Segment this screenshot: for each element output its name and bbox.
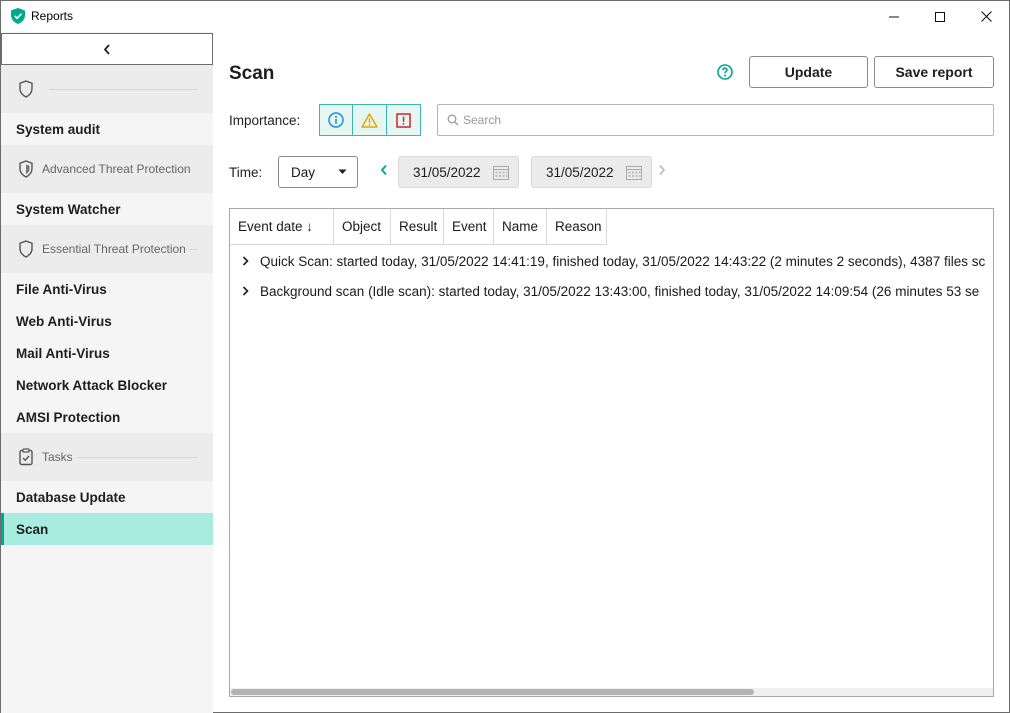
- date-to-field[interactable]: 31/05/2022: [531, 156, 652, 188]
- chevron-right-icon: [242, 256, 249, 266]
- column-header-object[interactable]: Object: [334, 209, 391, 245]
- table-row[interactable]: Background scan (Idle scan): started tod…: [230, 276, 993, 306]
- sidebar-item-mail-anti-virus[interactable]: Mail Anti-Virus: [1, 337, 213, 369]
- previous-period-button[interactable]: [380, 164, 388, 176]
- chevron-right-icon: [242, 286, 249, 296]
- calendar-icon: [493, 166, 509, 180]
- warning-icon: [361, 112, 378, 128]
- importance-critical-toggle[interactable]: [387, 105, 420, 135]
- sidebar-item-label: Mail Anti-Virus: [16, 345, 110, 361]
- sidebar-group-label: Tasks: [42, 450, 73, 464]
- sidebar-item-label: Web Anti-Virus: [16, 313, 112, 329]
- help-icon[interactable]: [717, 64, 733, 80]
- page-title: Scan: [229, 63, 275, 84]
- chevron-down-icon: [338, 169, 347, 174]
- divider: [78, 457, 197, 458]
- date-from-value: 31/05/2022: [413, 165, 481, 180]
- calendar-icon: [626, 166, 642, 180]
- shield-icon: [19, 160, 33, 178]
- sidebar-item-scan[interactable]: Scan: [1, 513, 213, 545]
- divider: [189, 249, 197, 250]
- column-header-event[interactable]: Event: [444, 209, 494, 245]
- collapse-sidebar-button[interactable]: [1, 33, 213, 65]
- expand-row-toggle[interactable]: [230, 286, 260, 296]
- importance-warning-toggle[interactable]: [353, 105, 387, 135]
- expand-row-toggle[interactable]: [230, 256, 260, 266]
- sidebar-item-system-watcher[interactable]: System Watcher: [1, 193, 213, 225]
- time-label: Time:: [229, 165, 263, 180]
- importance-label: Importance:: [229, 113, 301, 128]
- date-from-field[interactable]: 31/05/2022: [398, 156, 519, 188]
- minimize-icon: [889, 16, 899, 17]
- search-input[interactable]: [463, 111, 963, 129]
- maximize-button[interactable]: [917, 1, 963, 32]
- sidebar-item-amsi-protection[interactable]: AMSI Protection: [1, 401, 213, 433]
- reports-window: Reports System audit Advanced Threat Pro…: [0, 0, 1010, 713]
- sidebar-item-label: System Watcher: [16, 201, 121, 217]
- sidebar-item-file-anti-virus[interactable]: File Anti-Virus: [1, 273, 213, 305]
- table-header: Event date ↓ Object Result Event Name Re…: [230, 209, 607, 245]
- critical-icon: [396, 112, 411, 128]
- info-icon: [328, 112, 344, 128]
- shield-icon: [19, 240, 33, 258]
- importance-info-toggle[interactable]: [320, 105, 354, 135]
- sidebar-item-label: Database Update: [16, 489, 126, 505]
- importance-filter: [319, 104, 421, 136]
- time-period-value: Day: [291, 165, 316, 180]
- maximize-icon: [935, 11, 945, 22]
- window-title: Reports: [31, 9, 74, 23]
- sidebar-item-network-attack-blocker[interactable]: Network Attack Blocker: [1, 369, 213, 401]
- column-header-event-date[interactable]: Event date ↓: [230, 209, 334, 245]
- sidebar-item-label: AMSI Protection: [16, 409, 121, 425]
- row-summary: Quick Scan: started today, 31/05/2022 14…: [260, 253, 986, 269]
- scrollbar-thumb[interactable]: [231, 689, 754, 695]
- shield-icon: [19, 80, 33, 98]
- column-header-reason[interactable]: Reason: [547, 209, 607, 245]
- search-icon: [447, 114, 459, 126]
- minimize-button[interactable]: [871, 1, 917, 32]
- sidebar-item-label: Network Attack Blocker: [16, 377, 168, 393]
- chevron-left-icon: [103, 43, 110, 55]
- column-header-name[interactable]: Name: [494, 209, 547, 245]
- sidebar: System audit Advanced Threat Protection …: [1, 32, 213, 713]
- divider: [49, 89, 197, 90]
- search-field: [437, 104, 994, 136]
- close-button[interactable]: [963, 1, 1009, 32]
- sidebar-group-advanced-threat-protection: Advanced Threat Protection: [1, 145, 213, 193]
- events-table: Event date ↓ Object Result Event Name Re…: [229, 208, 994, 697]
- sidebar-item-label: File Anti-Virus: [16, 281, 107, 297]
- sidebar-group-tasks: Tasks: [1, 433, 213, 481]
- save-report-button[interactable]: Save report: [874, 56, 994, 88]
- time-period-select[interactable]: Day: [278, 156, 358, 188]
- clipboard-check-icon: [19, 448, 33, 466]
- close-icon: [980, 11, 992, 22]
- table-row[interactable]: Quick Scan: started today, 31/05/2022 14…: [230, 246, 993, 276]
- update-button[interactable]: Update: [749, 56, 868, 88]
- title-bar: Reports: [1, 1, 1009, 32]
- horizontal-scrollbar[interactable]: [230, 688, 993, 696]
- sidebar-group-label: Essential Threat Protection: [42, 242, 186, 256]
- sidebar-group-header: [1, 65, 213, 113]
- sidebar-group-essential-threat-protection: Essential Threat Protection: [1, 225, 213, 273]
- sidebar-item-system-audit[interactable]: System audit: [1, 113, 213, 145]
- column-header-result[interactable]: Result: [391, 209, 444, 245]
- kaspersky-shield-icon: [11, 8, 25, 24]
- date-to-value: 31/05/2022: [546, 165, 614, 180]
- sidebar-item-label: Scan: [16, 521, 49, 537]
- sidebar-item-web-anti-virus[interactable]: Web Anti-Virus: [1, 305, 213, 337]
- sidebar-item-database-update[interactable]: Database Update: [1, 481, 213, 513]
- sidebar-item-label: System audit: [16, 121, 101, 137]
- next-period-button[interactable]: [658, 164, 666, 176]
- sidebar-group-label: Advanced Threat Protection: [42, 162, 191, 176]
- row-summary: Background scan (Idle scan): started tod…: [260, 283, 980, 299]
